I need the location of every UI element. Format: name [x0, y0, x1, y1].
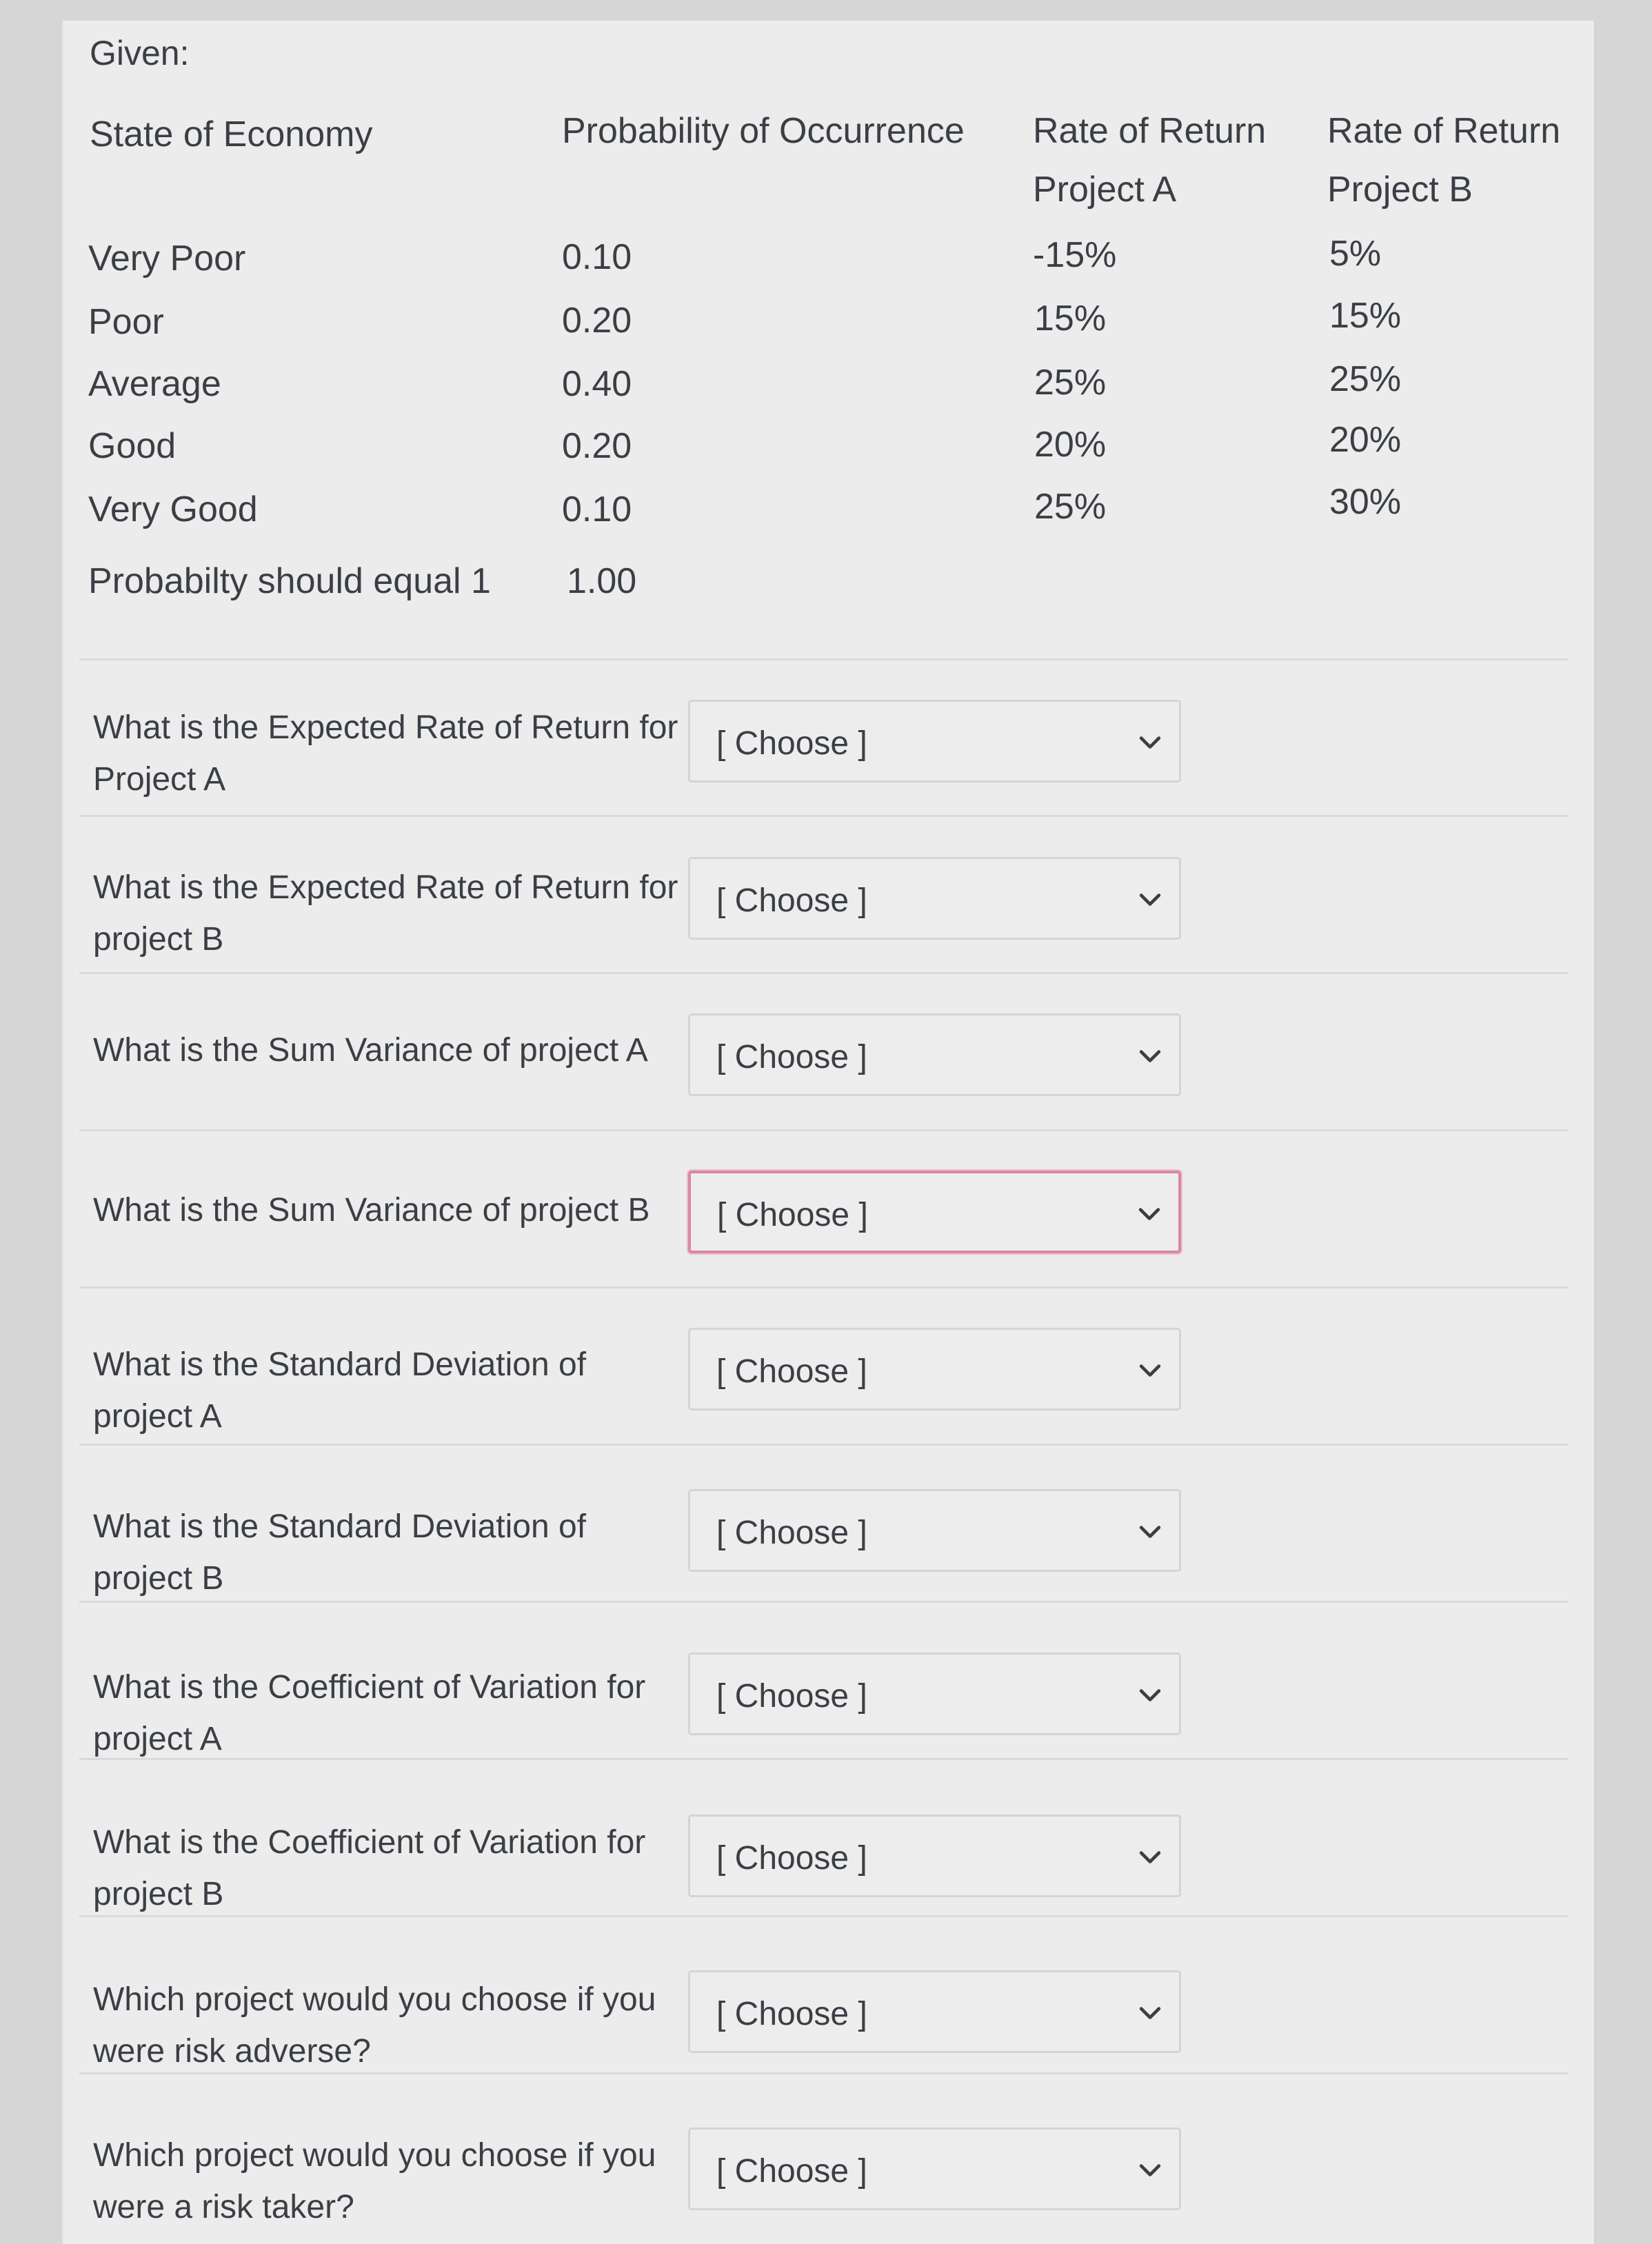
answer-dropdown[interactable]: [ Choose ] — [688, 1489, 1181, 1572]
project-b-return-cell: 15% — [1329, 296, 1402, 336]
project-a-return-cell: -15% — [1033, 235, 1117, 275]
chevron-down-icon — [1139, 1364, 1161, 1377]
chevron-down-icon — [1139, 2164, 1161, 2176]
probability-cell: 0.40 — [562, 364, 632, 404]
chevron-down-icon — [1139, 1689, 1161, 1701]
dropdown-selected-value: [ Choose ] — [716, 882, 867, 919]
state-cell: Very Poor — [88, 239, 246, 279]
answer-dropdown[interactable]: [ Choose ] — [688, 1970, 1181, 2053]
divider — [79, 1444, 1569, 1446]
question-label: What is the Expected Rate of Return for … — [93, 869, 678, 958]
answer-dropdown[interactable]: [ Choose ] — [688, 1171, 1181, 1253]
header-rate-a-line1: Rate of Return — [1033, 111, 1267, 151]
chevron-down-icon — [1139, 1526, 1161, 1538]
project-a-return-cell: 15% — [1034, 299, 1107, 338]
probability-cell: 0.10 — [562, 489, 632, 529]
answer-dropdown[interactable]: [ Choose ] — [688, 2127, 1181, 2210]
header-rate-b-line1: Rate of Return — [1327, 111, 1561, 151]
probability-total-value: 1.00 — [567, 561, 637, 601]
header-state-of-economy: State of Economy — [90, 114, 373, 154]
dropdown-selected-value: [ Choose ] — [716, 1515, 867, 1551]
project-b-return-cell: 5% — [1329, 234, 1382, 274]
question-label: Which project would you choose if you we… — [93, 2137, 656, 2225]
project-b-return-cell: 30% — [1329, 482, 1402, 522]
divider — [79, 1129, 1569, 1131]
state-cell: Good — [88, 426, 177, 466]
dropdown-selected-value: [ Choose ] — [716, 1996, 867, 2032]
question-label: What is the Expected Rate of Return for … — [93, 709, 678, 798]
project-b-return-cell: 20% — [1329, 420, 1402, 460]
project-a-return-cell: 25% — [1034, 487, 1107, 527]
question-label: What is the Standard Deviation of projec… — [93, 1346, 587, 1435]
header-rate-b-line2: Project B — [1327, 170, 1473, 210]
dropdown-selected-value: [ Choose ] — [716, 2153, 867, 2190]
header-probability: Probability of Occurrence — [562, 111, 965, 151]
probability-total-label: Probabilty should equal 1 — [88, 561, 491, 601]
chevron-down-icon — [1139, 1851, 1161, 1863]
answer-dropdown[interactable]: [ Choose ] — [688, 1815, 1181, 1897]
probability-cell: 0.10 — [562, 237, 632, 277]
dropdown-selected-value: [ Choose ] — [716, 1039, 867, 1075]
state-cell: Very Good — [88, 489, 258, 529]
project-a-return-cell: 20% — [1034, 425, 1107, 465]
question-label: What is the Sum Variance of project A — [93, 1032, 648, 1069]
chevron-down-icon — [1139, 2007, 1161, 2019]
chevron-down-icon — [1139, 1050, 1161, 1062]
answer-dropdown[interactable]: [ Choose ] — [688, 1652, 1181, 1735]
chevron-down-icon — [1138, 1208, 1160, 1220]
chevron-down-icon — [1139, 736, 1161, 749]
project-b-return-cell: 25% — [1329, 359, 1402, 399]
question-label: Which project would you choose if you we… — [93, 1981, 656, 2070]
dropdown-selected-value: [ Choose ] — [717, 1197, 868, 1233]
answer-dropdown[interactable]: [ Choose ] — [688, 1328, 1181, 1411]
question-label: What is the Sum Variance of project B — [93, 1192, 650, 1229]
divider — [79, 815, 1569, 817]
answer-dropdown[interactable]: [ Choose ] — [688, 700, 1181, 782]
question-label: What is the Coefficient of Variation for… — [93, 1824, 646, 1912]
question-label: What is the Coefficient of Variation for… — [93, 1669, 646, 1757]
header-rate-a-line2: Project A — [1033, 170, 1177, 210]
given-label: Given: — [90, 34, 190, 72]
probability-cell: 0.20 — [562, 426, 632, 466]
divider — [79, 1286, 1569, 1288]
dropdown-selected-value: [ Choose ] — [716, 725, 867, 762]
dropdown-selected-value: [ Choose ] — [716, 1353, 867, 1390]
chevron-down-icon — [1139, 893, 1161, 906]
state-cell: Poor — [88, 302, 164, 342]
probability-cell: 0.20 — [562, 301, 632, 341]
dropdown-selected-value: [ Choose ] — [716, 1840, 867, 1877]
state-cell: Average — [88, 364, 221, 404]
divider — [79, 972, 1569, 974]
answer-dropdown[interactable]: [ Choose ] — [688, 857, 1181, 940]
project-a-return-cell: 25% — [1034, 363, 1107, 403]
answer-dropdown[interactable]: [ Choose ] — [688, 1013, 1181, 1096]
question-label: What is the Standard Deviation of projec… — [93, 1508, 587, 1597]
divider — [79, 658, 1569, 660]
dropdown-selected-value: [ Choose ] — [716, 1678, 867, 1715]
